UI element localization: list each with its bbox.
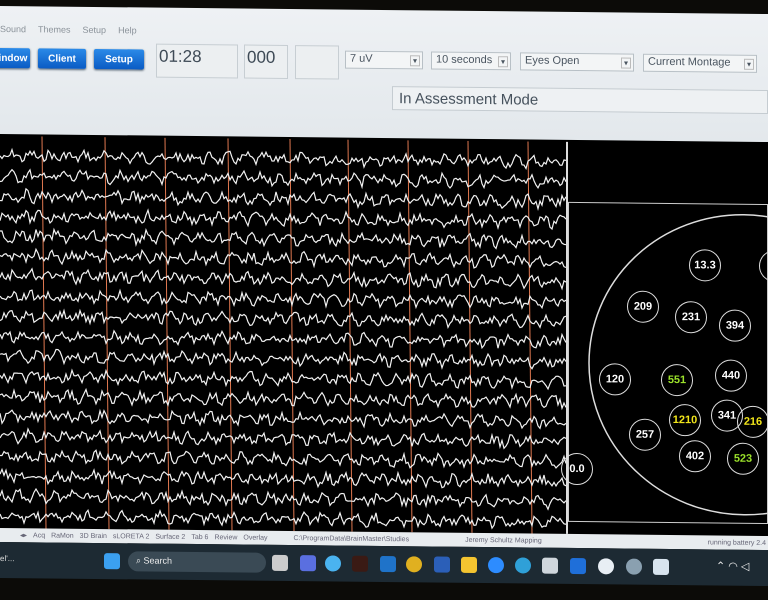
electrode-value: 216: [737, 405, 768, 439]
eeg-channel-trace: [0, 449, 567, 469]
teamviewer-icon[interactable]: [598, 558, 614, 575]
sensitivity-value: 7 uV: [350, 52, 373, 65]
electrode-value: 257: [629, 418, 661, 451]
app-icon-4[interactable]: [653, 558, 669, 575]
chrome-icon[interactable]: [406, 556, 422, 573]
electrode-value: 440: [715, 359, 747, 392]
electrode-value: 551: [661, 363, 693, 397]
status-field: In Assessment Mode: [392, 86, 768, 115]
condition-value: Eyes Open: [525, 54, 580, 68]
toolbar: Sound Themes Setup Help indow Client Set…: [0, 5, 768, 143]
taskbar: el'... ⌕ Search ⌃ ◠ ◁: [0, 541, 768, 587]
blank-readout: [295, 45, 339, 80]
electrode-value: 209: [627, 290, 659, 323]
netflix-icon[interactable]: [352, 555, 368, 572]
tab-surface[interactable]: Surface 2: [155, 533, 185, 540]
tab-3d-brain[interactable]: 3D Brain: [80, 532, 107, 539]
second-marker: [164, 137, 170, 530]
topographic-map: 13.3112092313941205514401210341216257402…: [561, 201, 768, 525]
tab-6[interactable]: Tab 6: [191, 533, 208, 540]
search-label: Search: [143, 555, 173, 566]
second-marker: [407, 140, 413, 533]
menu-sound[interactable]: Sound: [0, 24, 26, 34]
eeg-channel-trace: [0, 509, 567, 530]
timebase-select[interactable]: 10 seconds ▾: [431, 51, 511, 71]
tray-icons[interactable]: ⌃ ◠ ◁: [716, 559, 749, 572]
start-icon[interactable]: [104, 553, 120, 570]
electrode-value: 120: [599, 363, 631, 396]
menu-bar: Sound Themes Setup Help: [0, 24, 137, 35]
condition-select[interactable]: Eyes Open ▾: [520, 52, 634, 72]
search-icon: ⌕: [136, 555, 144, 566]
tab-overlay[interactable]: Overlay: [243, 534, 267, 541]
tab-scroll-arrows[interactable]: ◂▸: [20, 531, 27, 539]
word-icon[interactable]: [434, 556, 450, 573]
monitor-screen: Sound Themes Setup Help indow Client Set…: [0, 5, 768, 587]
electrode-value: 1210: [669, 403, 701, 437]
sensitivity-select[interactable]: 7 uV ▾: [345, 50, 423, 70]
battery-status: running battery 2.4: [707, 538, 766, 547]
eeg-channel-trace: [0, 348, 567, 370]
edge-icon[interactable]: [515, 557, 531, 574]
electrode-value: 231: [675, 301, 707, 334]
eeg-channel-trace: [0, 267, 567, 291]
client-button[interactable]: Client: [38, 48, 86, 69]
electrode-value: 13.3: [689, 249, 721, 282]
eeg-channel-trace: [0, 427, 567, 450]
folder-icon[interactable]: [461, 556, 477, 573]
tab-sloreta[interactable]: sLORETA 2: [113, 533, 149, 540]
eeg-channel-trace: [0, 329, 567, 350]
tab-acq[interactable]: Acq: [33, 532, 45, 539]
eeg-channel-trace: [0, 487, 567, 511]
eeg-channel-trace: [0, 408, 567, 430]
eeg-channel-trace: [0, 387, 567, 411]
electrode-value: 523: [727, 442, 759, 475]
eeg-channel-trace: [0, 368, 567, 391]
eeg-channel-trace: [0, 227, 567, 250]
search-box[interactable]: ⌕ Search: [128, 551, 266, 573]
montage-select[interactable]: Current Montage ▾: [643, 53, 757, 73]
app-icon-3[interactable]: [570, 557, 586, 575]
eeg-channel-trace: [0, 467, 567, 489]
menu-help[interactable]: Help: [118, 25, 137, 35]
window-button[interactable]: indow: [0, 47, 30, 69]
elapsed-time: 01:28: [156, 43, 238, 79]
chevron-down-icon: ▾: [498, 56, 508, 68]
electrode-value: 0.0: [561, 452, 593, 486]
electrode-value: 402: [679, 440, 711, 473]
timebase-value: 10 seconds: [436, 53, 493, 67]
eeg-channel-trace: [0, 147, 567, 171]
menu-setup[interactable]: Setup: [83, 25, 107, 35]
second-marker: [227, 138, 233, 531]
eeg-channel-trace: [0, 247, 567, 269]
file-path: C:\ProgramData\BrainMaster\Studies: [293, 534, 410, 543]
eeg-channel-trace: [0, 308, 567, 329]
tab-ramon[interactable]: RaMon: [51, 532, 74, 539]
window-title-fragment: el'...: [0, 553, 15, 564]
setup-button[interactable]: Setup: [94, 48, 144, 70]
settings-icon[interactable]: [626, 558, 642, 575]
eeg-channel-trace: [0, 208, 567, 231]
user-label: Jeremy Schultz Mapping: [465, 536, 542, 545]
eeg-channel-trace: [0, 187, 567, 212]
eeg-channel-trace: [0, 168, 567, 190]
outlook-icon[interactable]: [380, 555, 396, 573]
tab-review[interactable]: Review: [214, 534, 237, 541]
task-view-icon[interactable]: [272, 554, 288, 571]
teams-icon[interactable]: [300, 555, 316, 572]
electrode-value: 394: [719, 309, 751, 342]
chevron-down-icon: ▾: [744, 58, 754, 70]
eeg-channel-trace: [0, 288, 567, 310]
menu-themes[interactable]: Themes: [38, 24, 71, 34]
chevron-down-icon: ▾: [621, 57, 631, 69]
zoom-icon[interactable]: [488, 557, 504, 574]
app-icon-2[interactable]: [542, 557, 558, 574]
chevron-down-icon: ▾: [410, 55, 420, 67]
app-icon[interactable]: [325, 555, 341, 572]
counter: 000: [244, 44, 288, 79]
eeg-trace-panel: [0, 135, 568, 534]
montage-value: Current Montage: [648, 55, 731, 69]
